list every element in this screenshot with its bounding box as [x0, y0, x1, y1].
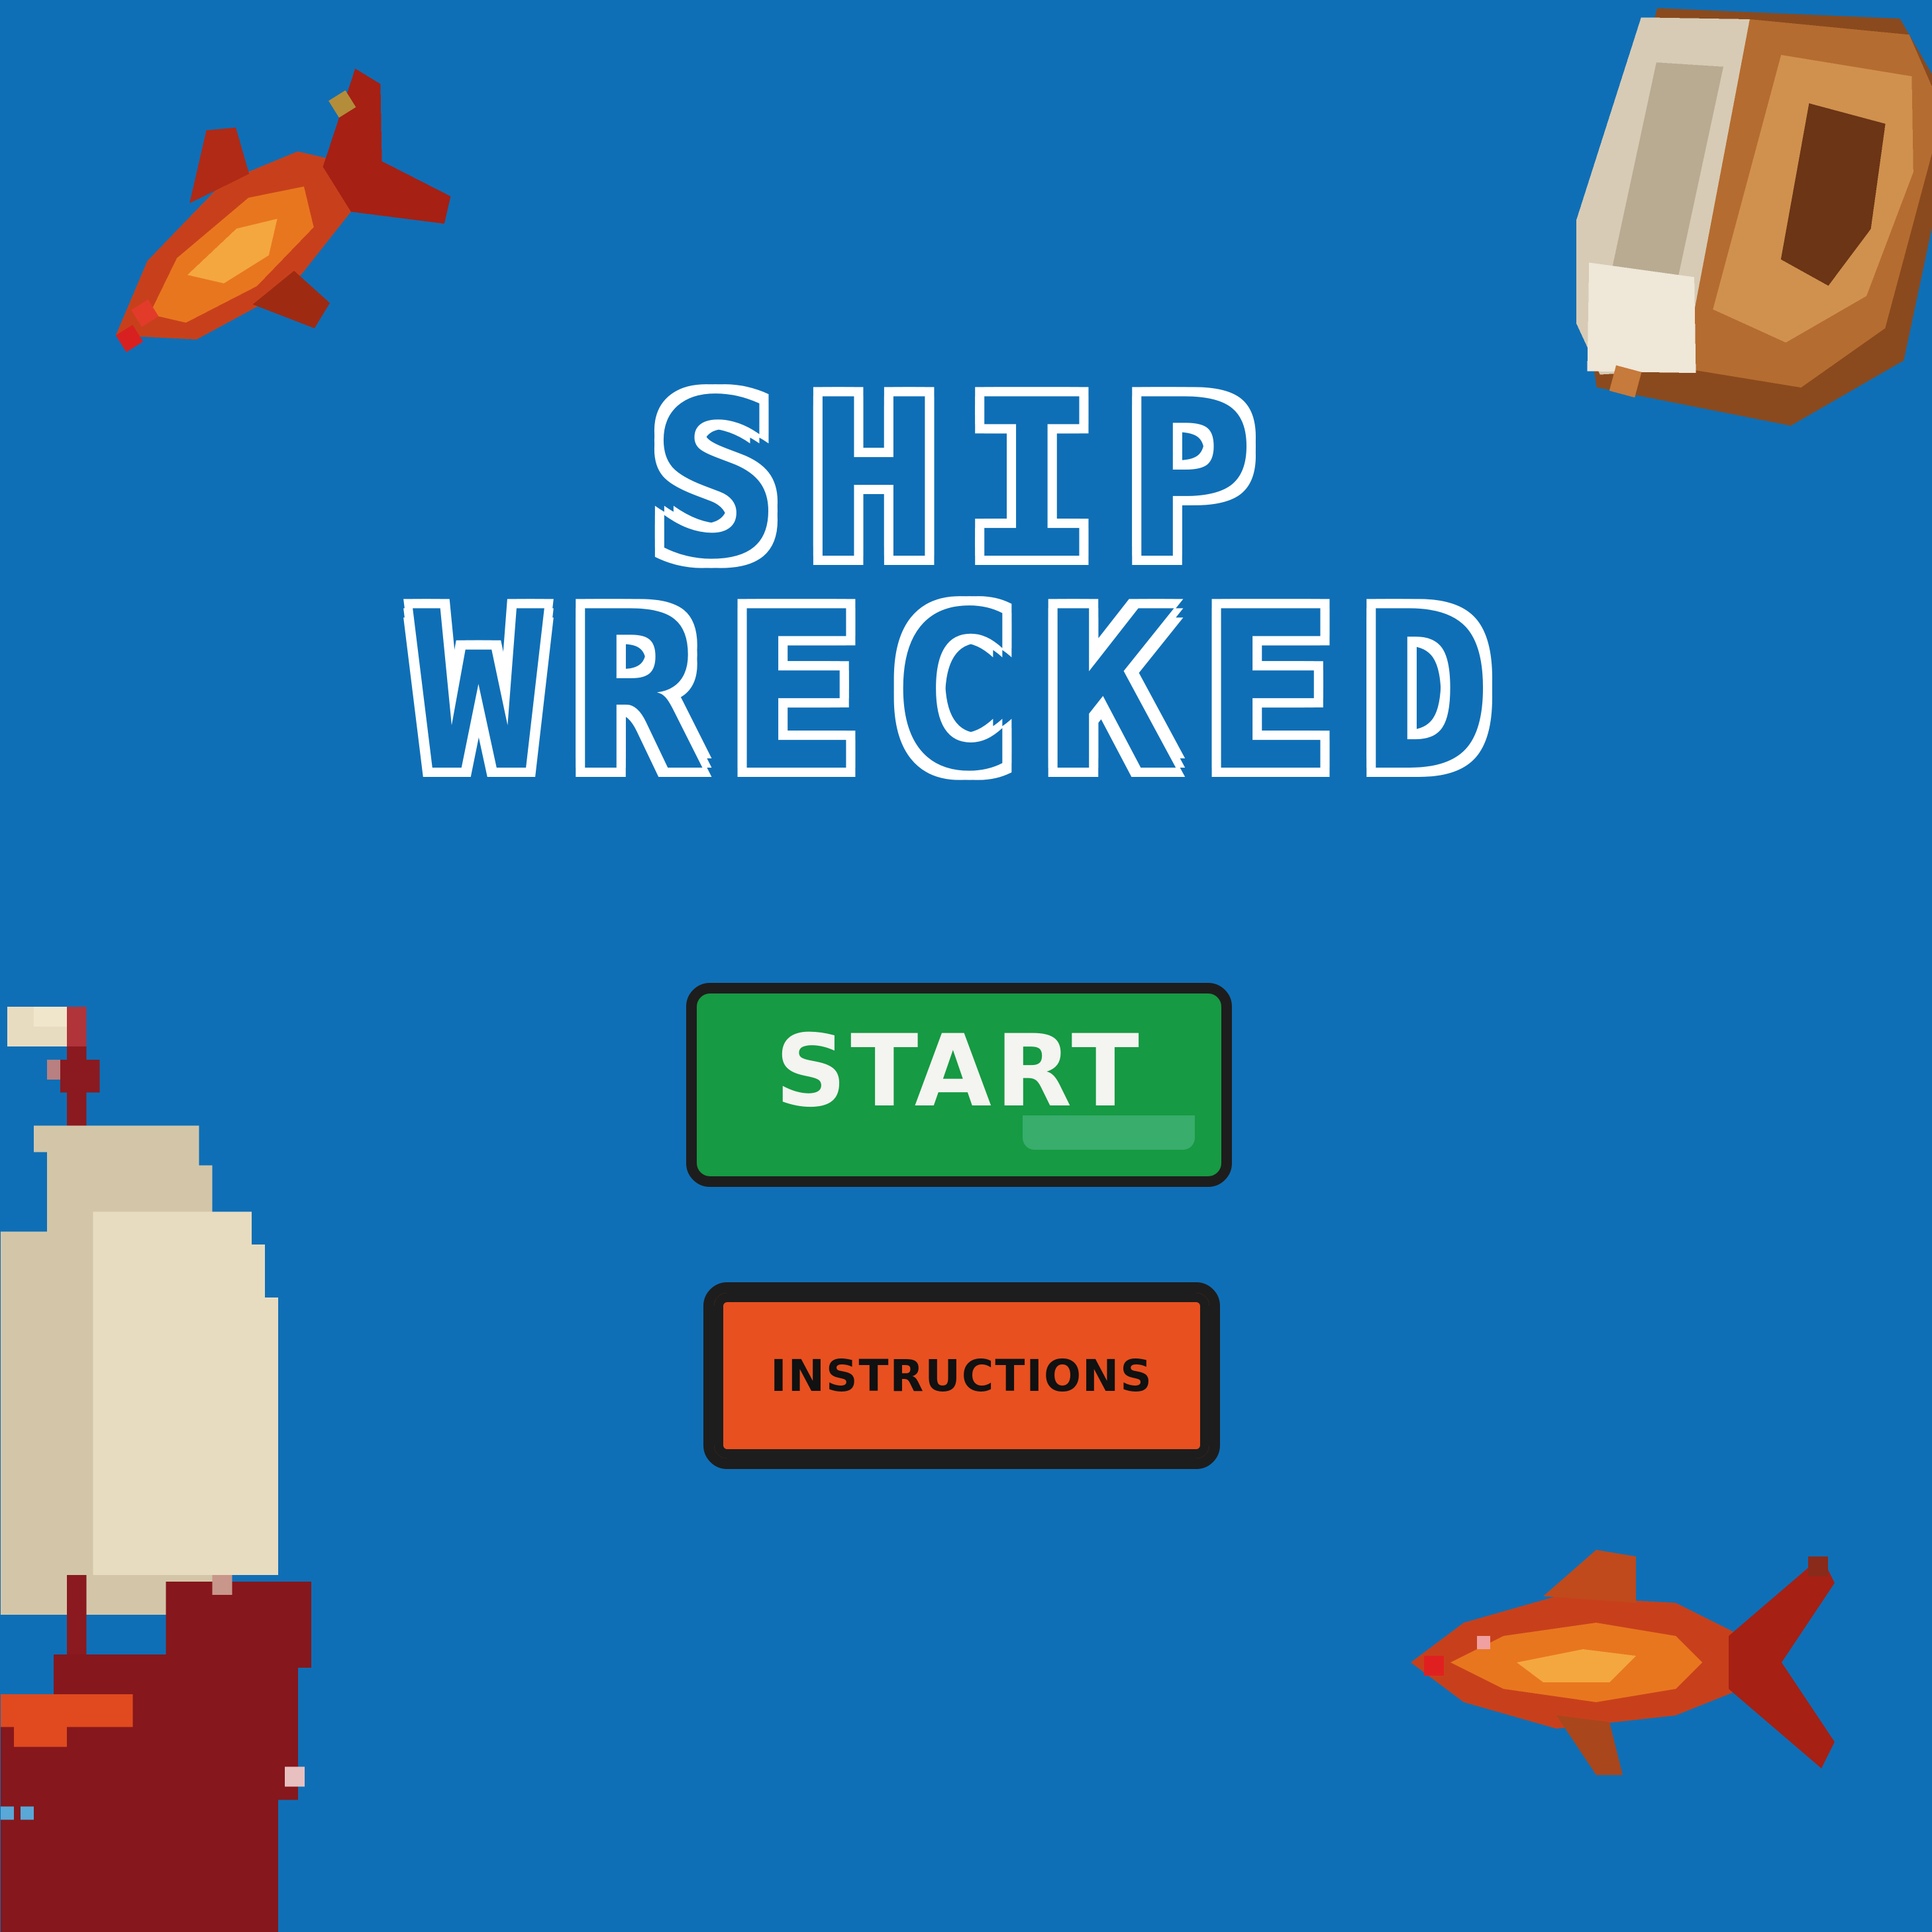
- start-button-label: START: [775, 1014, 1143, 1129]
- orange-fish-icon: [60, 66, 464, 404]
- game-title-line-2: WRECKED: [413, 565, 1519, 819]
- bread-loaf-icon: [1576, 0, 1932, 457]
- instructions-button-label: INSTRUCTIONS: [770, 1350, 1153, 1401]
- pirate-ship-icon: [0, 1007, 623, 1932]
- instructions-button[interactable]: INSTRUCTIONS: [703, 1282, 1220, 1469]
- start-button[interactable]: START: [686, 983, 1232, 1187]
- goldfish-icon: [1411, 1543, 1848, 1788]
